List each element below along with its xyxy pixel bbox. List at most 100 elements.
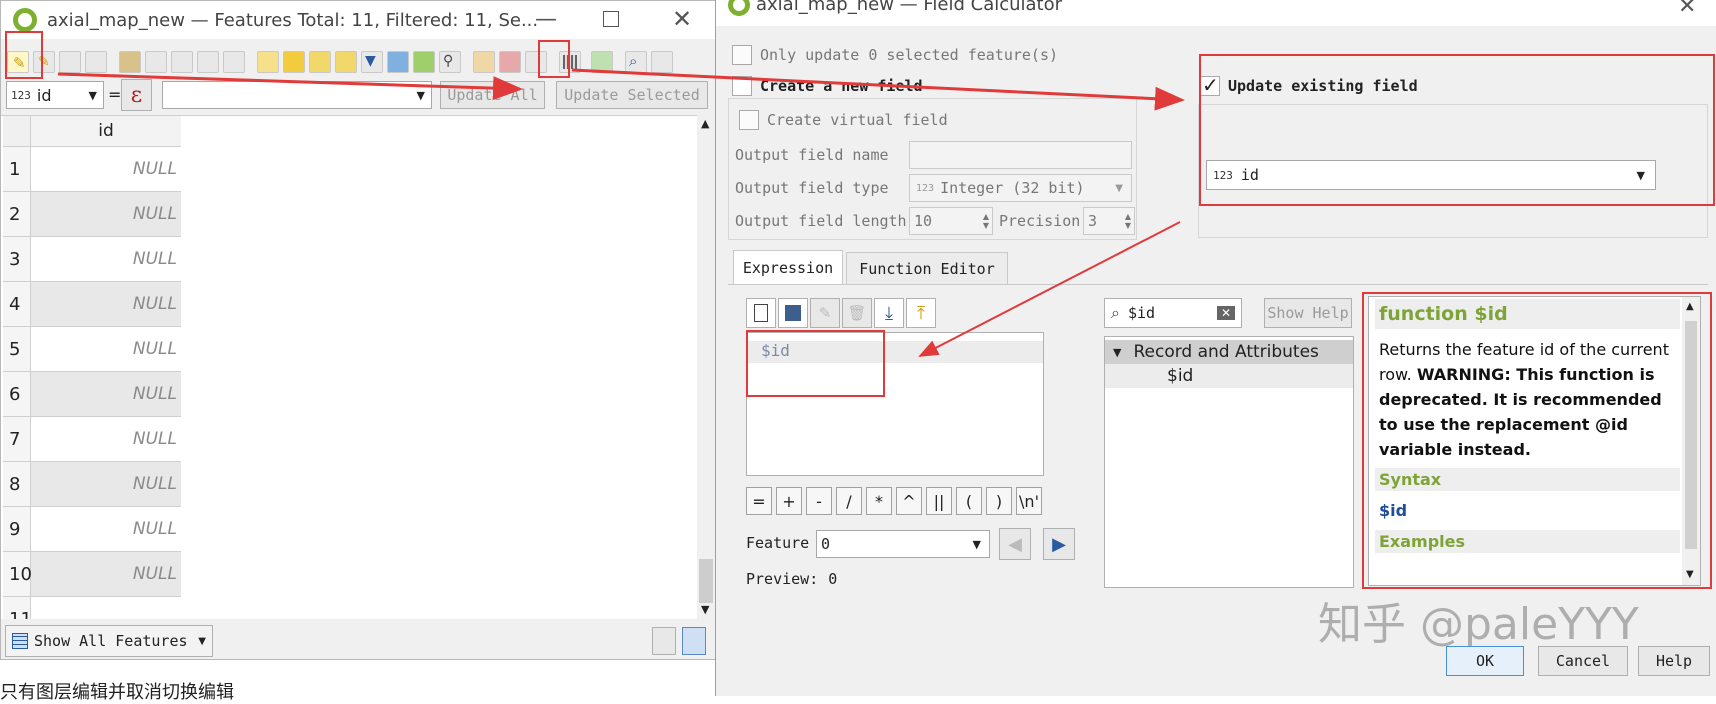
import-icon[interactable]: ⤓ — [874, 298, 904, 328]
row-number[interactable]: 10 — [3, 552, 32, 597]
expression-button[interactable]: ε — [121, 79, 152, 111]
cell-id[interactable]: NULL — [31, 237, 181, 282]
copy-icon[interactable] — [197, 51, 219, 73]
operator-button[interactable]: - — [806, 487, 832, 515]
function-search-input[interactable]: ⌕ $id ✕ — [1104, 298, 1242, 328]
export-icon[interactable]: ⤒ — [906, 298, 936, 328]
attr-titlebar[interactable]: axial_map_new — Features Total: 11, Filt… — [1, 1, 715, 39]
operator-button[interactable]: ( — [956, 487, 982, 515]
table-row[interactable]: 3 NULL — [3, 237, 181, 282]
operator-button[interactable]: \n' — [1016, 487, 1042, 515]
scroll-thumb[interactable] — [699, 559, 713, 603]
column-header-id[interactable]: id — [31, 116, 181, 147]
create-new-field-row[interactable]: Create a new field — [732, 76, 923, 96]
cell-id[interactable]: NULL — [31, 327, 181, 372]
table-row[interactable]: 10 NULL — [3, 552, 181, 597]
row-number[interactable]: 4 — [3, 282, 31, 327]
output-field-type-select[interactable]: 123 Integer (32 bit) ▼ — [909, 174, 1132, 202]
row-number[interactable]: 7 — [3, 417, 31, 462]
cancel-button[interactable]: Cancel — [1538, 646, 1628, 676]
save-edits-icon[interactable] — [59, 51, 81, 73]
precision-spin[interactable]: 3 ▲ ▼ — [1083, 207, 1135, 235]
next-feature-button[interactable]: ▶ — [1043, 528, 1075, 560]
zoom-to-selected-icon[interactable]: ⚲ — [439, 51, 461, 73]
save-expression-icon[interactable] — [778, 298, 808, 328]
deselect-icon[interactable] — [335, 51, 357, 73]
help-button[interactable]: Help — [1638, 646, 1710, 676]
clear-search-icon[interactable]: ✕ — [1216, 306, 1235, 320]
only-update-selected-row[interactable]: Only update 0 selected feature(s) — [732, 45, 1058, 65]
delete-expression-icon[interactable]: 🗑 — [842, 298, 872, 328]
table-row[interactable]: 2 NULL — [3, 192, 181, 237]
create-virtual-field-row[interactable]: Create virtual field — [739, 110, 948, 130]
operator-button[interactable]: + — [776, 487, 802, 515]
row-number[interactable]: 8 — [3, 462, 31, 507]
conditional-formatting-icon[interactable] — [591, 51, 613, 73]
scroll-down-icon[interactable]: ▼ — [701, 603, 709, 616]
operator-button[interactable]: ^ — [896, 487, 922, 515]
output-field-name-input[interactable] — [909, 141, 1132, 169]
table-row[interactable]: 6 NULL — [3, 372, 181, 417]
form-view-icon[interactable] — [652, 627, 676, 655]
operator-button[interactable]: / — [836, 487, 862, 515]
row-number[interactable]: 2 — [3, 192, 31, 237]
field-select-combo[interactable]: 123 id ▼ — [6, 81, 104, 109]
chevron-down-icon[interactable]: ▼ — [1113, 346, 1121, 359]
tree-item-id[interactable]: $id — [1105, 364, 1353, 388]
reload-icon[interactable] — [85, 51, 107, 73]
row-number[interactable]: 3 — [3, 237, 31, 282]
spin-arrows-icon[interactable]: ▲ ▼ — [1125, 212, 1131, 230]
operator-button[interactable]: = — [746, 487, 772, 515]
close-icon[interactable]: ✕ — [672, 5, 692, 33]
edit-expression-icon[interactable]: ✎ — [810, 298, 840, 328]
cell-id[interactable]: NULL — [31, 192, 181, 237]
row-number[interactable]: 1 — [3, 147, 31, 192]
new-file-icon[interactable] — [746, 298, 776, 328]
cell-id[interactable]: NULL — [31, 372, 181, 417]
select-expression-icon[interactable] — [257, 51, 279, 73]
scroll-up-icon[interactable]: ▲ — [701, 117, 709, 130]
cell-id[interactable] — [31, 597, 181, 619]
minimize-icon[interactable]: — — [535, 7, 557, 32]
table-view-icon[interactable] — [682, 627, 706, 655]
cell-id[interactable]: NULL — [31, 147, 181, 192]
maximize-icon[interactable] — [603, 11, 619, 27]
select-all-icon[interactable] — [283, 51, 305, 73]
delete-feature-icon[interactable] — [145, 51, 167, 73]
table-row[interactable]: 9 NULL — [3, 507, 181, 552]
table-row[interactable]: 4 NULL — [3, 282, 181, 327]
tab-function-editor[interactable]: Function Editor — [846, 252, 1008, 284]
show-all-features-button[interactable]: Show All Features ▼ — [5, 625, 213, 657]
cell-id[interactable]: NULL — [31, 507, 181, 552]
row-number[interactable]: 11 — [3, 597, 32, 619]
table-scrollbar[interactable]: ▲ ▼ — [697, 115, 715, 619]
table-row[interactable]: 1 NULL — [3, 147, 181, 192]
fc-titlebar[interactable]: axial_map_new — Field Calculator ✕ — [716, 0, 1716, 26]
delete-field-icon[interactable] — [499, 51, 521, 73]
ok-button[interactable]: OK — [1446, 646, 1524, 676]
operator-button[interactable]: || — [926, 487, 952, 515]
show-help-button[interactable]: Show Help — [1264, 298, 1352, 328]
row-number[interactable]: 9 — [3, 507, 31, 552]
table-row[interactable]: 5 NULL — [3, 327, 181, 372]
cut-icon[interactable] — [171, 51, 193, 73]
row-number[interactable]: 6 — [3, 372, 31, 417]
feature-select[interactable]: 0 ▼ — [816, 530, 990, 558]
update-selected-button[interactable]: Update Selected — [556, 81, 708, 109]
only-update-selected-checkbox[interactable] — [732, 45, 752, 65]
spin-arrows-icon[interactable]: ▲ ▼ — [983, 212, 989, 230]
create-new-field-checkbox[interactable] — [732, 76, 752, 96]
pan-to-selected-icon[interactable] — [413, 51, 435, 73]
filter-icon[interactable]: ▼ — [361, 51, 383, 73]
row-number[interactable]: 5 — [3, 327, 31, 372]
cell-id[interactable]: NULL — [31, 552, 181, 597]
previous-feature-button[interactable]: ◀ — [999, 528, 1031, 560]
cell-id[interactable]: NULL — [31, 282, 181, 327]
add-feature-icon[interactable] — [119, 51, 141, 73]
tab-expression[interactable]: Expression — [733, 250, 843, 284]
move-selected-top-icon[interactable] — [387, 51, 409, 73]
create-virtual-field-checkbox[interactable] — [739, 110, 759, 130]
table-row[interactable]: 7 NULL — [3, 417, 181, 462]
paste-icon[interactable] — [223, 51, 245, 73]
invert-selection-icon[interactable] — [309, 51, 331, 73]
